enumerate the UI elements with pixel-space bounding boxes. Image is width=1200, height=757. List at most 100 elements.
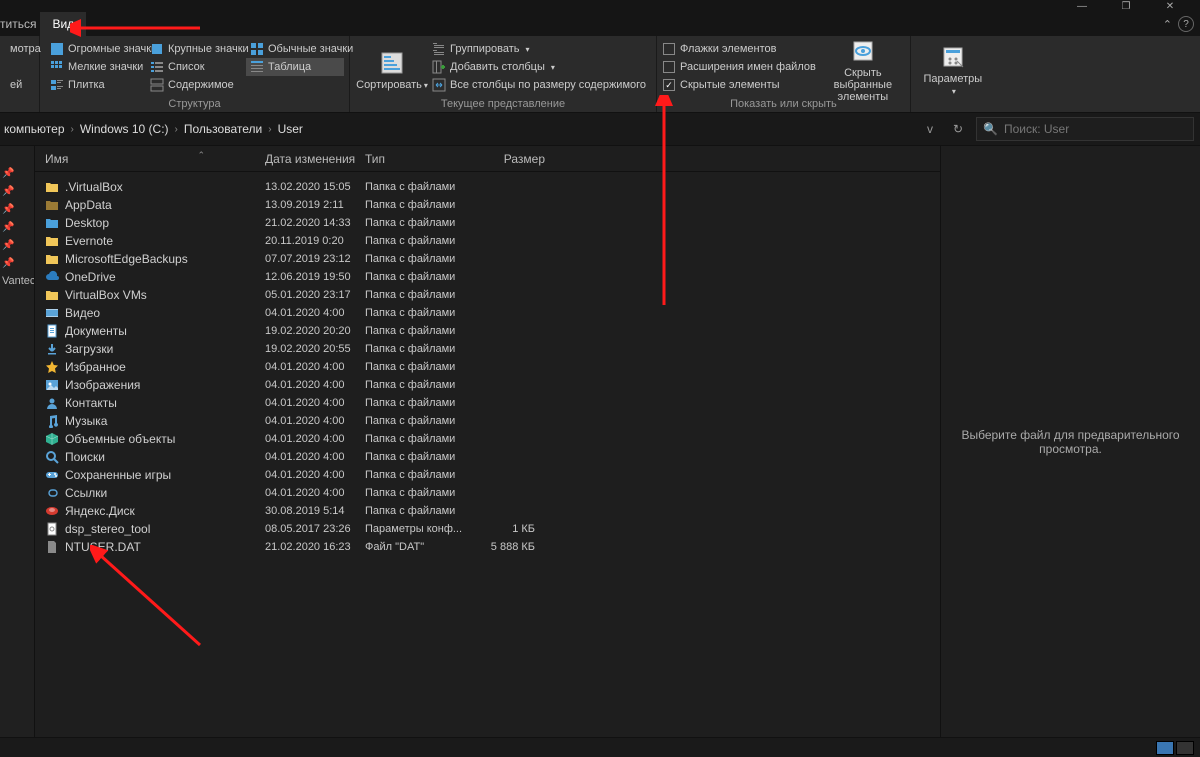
file-type: Папка с файлами [365, 307, 485, 319]
file-row[interactable]: Поиски04.01.2020 4:00Папка с файлами [35, 448, 940, 466]
close-button[interactable]: ✕ [1148, 0, 1192, 12]
file-row[interactable]: Evernote20.11.2019 0:20Папка с файлами [35, 232, 940, 250]
pane-option-partial-2[interactable]: ей [6, 76, 33, 94]
links-icon [45, 486, 59, 500]
ribbon-tabs: титься Вид ⌃ ? [0, 12, 1200, 36]
view-mode-details-icon[interactable] [1156, 741, 1174, 755]
file-row[interactable]: VirtualBox VMs05.01.2020 23:17Папка с фа… [35, 286, 940, 304]
refresh-icon[interactable]: ↻ [948, 119, 968, 139]
file-row[interactable]: Контакты04.01.2020 4:00Папка с файлами [35, 394, 940, 412]
options-button[interactable]: Параметры▾ [917, 40, 989, 98]
file-row[interactable]: Документы19.02.2020 20:20Папка с файлами [35, 322, 940, 340]
breadcrumb-seg-user[interactable]: User [274, 122, 307, 136]
folder-icon [45, 180, 59, 194]
sidebar-pin[interactable]: 📌 [0, 164, 34, 182]
3d-icon [45, 432, 59, 446]
autofit-columns-button[interactable]: Все столбцы по размеру содержимого [428, 76, 650, 94]
file-row[interactable]: AppData13.09.2019 2:11Папка с файлами [35, 196, 940, 214]
file-row[interactable]: MicrosoftEdgeBackups07.07.2019 23:12Папк… [35, 250, 940, 268]
file-row[interactable]: NTUSER.DAT21.02.2020 16:23Файл "DAT"5 88… [35, 538, 940, 556]
breadcrumb-seg-users[interactable]: Пользователи [180, 122, 266, 136]
file-row[interactable]: Загрузки19.02.2020 20:55Папка с файлами [35, 340, 940, 358]
add-columns-button[interactable]: Добавить столбцы▾ [428, 58, 650, 76]
column-type[interactable]: Тип [365, 152, 465, 166]
help-icon[interactable]: ? [1178, 16, 1194, 32]
file-row[interactable]: Desktop21.02.2020 14:33Папка с файлами [35, 214, 940, 232]
history-dropdown-icon[interactable]: v [920, 119, 940, 139]
group-button[interactable]: Группировать▾ [428, 40, 650, 58]
layout-list[interactable]: Список [146, 58, 244, 76]
pin-icon: 📌 [2, 168, 14, 179]
layout-small-icons[interactable]: Мелкие значки [46, 58, 144, 76]
folder-icon [45, 198, 59, 212]
file-row[interactable]: Видео04.01.2020 4:00Папка с файлами [35, 304, 940, 322]
star-icon [45, 360, 59, 374]
file-date: 04.01.2020 4:00 [265, 397, 365, 409]
collapse-ribbon-icon[interactable]: ⌃ [1163, 18, 1172, 31]
column-name[interactable]: Имя ⌃ [45, 152, 265, 166]
file-type: Папка с файлами [365, 199, 485, 211]
file-row[interactable]: Объемные объекты04.01.2020 4:00Папка с ф… [35, 430, 940, 448]
file-date: 13.09.2019 2:11 [265, 199, 365, 211]
tab-share[interactable]: титься [0, 12, 40, 36]
breadcrumb[interactable]: компьютер › Windows 10 (C:) › Пользовате… [0, 117, 912, 141]
checkbox-icon [663, 43, 675, 55]
tab-view[interactable]: Вид [40, 12, 86, 36]
sidebar-pin[interactable]: 📌 [0, 254, 34, 272]
file-type: Папка с файлами [365, 415, 485, 427]
sidebar-pin[interactable]: 📌 [0, 200, 34, 218]
layout-extra-large-icons[interactable]: Огромные значки [46, 40, 144, 58]
file-type: Папка с файлами [365, 379, 485, 391]
group-icon [432, 42, 446, 56]
layout-content[interactable]: Содержимое [146, 76, 244, 94]
file-row[interactable]: Ссылки04.01.2020 4:00Папка с файлами [35, 484, 940, 502]
sidebar-pin[interactable]: 📌 [0, 218, 34, 236]
layout-large-icons[interactable]: Крупные значки [146, 40, 244, 58]
pane-option-partial-1[interactable]: мотра [6, 40, 33, 58]
columns-header: Имя ⌃ Дата изменения Тип Размер [35, 146, 940, 172]
file-type: Папка с файлами [365, 361, 485, 373]
file-row[interactable]: .VirtualBox13.02.2020 15:05Папка с файла… [35, 178, 940, 196]
file-type: Файл "DAT" [365, 541, 485, 553]
breadcrumb-seg-drive[interactable]: Windows 10 (C:) [76, 122, 173, 136]
file-type: Папка с файлами [365, 181, 485, 193]
sidebar-pin[interactable]: 📌 [0, 182, 34, 200]
breadcrumb-seg-computer[interactable]: компьютер [0, 122, 69, 136]
checkbox-item-flags[interactable]: Флажки элементов [663, 40, 816, 58]
checkbox-hidden-items[interactable]: ✓ Скрытые элементы [663, 76, 816, 94]
hide-icon [849, 37, 877, 65]
file-row[interactable]: Сохраненные игры04.01.2020 4:00Папка с ф… [35, 466, 940, 484]
file-date: 04.01.2020 4:00 [265, 415, 365, 427]
layout-medium-icons[interactable]: Обычные значки [246, 40, 344, 58]
sidebar-pin[interactable]: 📌 [0, 236, 34, 254]
file-list: Имя ⌃ Дата изменения Тип Размер .Virtual… [35, 146, 940, 737]
checkbox-icon [663, 61, 675, 73]
folder-icon [45, 288, 59, 302]
file-row[interactable]: Изображения04.01.2020 4:00Папка с файлам… [35, 376, 940, 394]
checkbox-file-extensions[interactable]: Расширения имен файлов [663, 58, 816, 76]
medium-icons-icon [250, 42, 264, 56]
section-show-label: Показать или скрыть [657, 98, 910, 110]
file-row[interactable]: Музыка04.01.2020 4:00Папка с файлами [35, 412, 940, 430]
file-name: Объемные объекты [65, 432, 175, 446]
maximize-button[interactable]: ❐ [1104, 0, 1148, 12]
file-name: OneDrive [65, 270, 116, 284]
search-input[interactable]: 🔍 Поиск: User [976, 117, 1194, 141]
view-mode-thumbnails-icon[interactable] [1176, 741, 1194, 755]
file-row[interactable]: dsp_stereo_tool08.05.2017 23:26Параметры… [35, 520, 940, 538]
hide-selected-button[interactable]: Скрыть выбранныеэлементы [822, 40, 904, 98]
column-date[interactable]: Дата изменения [265, 152, 365, 166]
sidebar-item-partial[interactable]: Vantec [0, 272, 34, 290]
layout-details[interactable]: Таблица [246, 58, 344, 76]
preview-pane: Выберите файл для предварительного просм… [940, 146, 1200, 737]
file-row[interactable]: Яндекс.Диск30.08.2019 5:14Папка с файлам… [35, 502, 940, 520]
layout-tiles[interactable]: Плитка [46, 76, 144, 94]
sort-button[interactable]: Сортировать▾ [356, 40, 428, 98]
file-row[interactable]: Избранное04.01.2020 4:00Папка с файлами [35, 358, 940, 376]
column-size[interactable]: Размер [465, 152, 545, 166]
file-date: 12.06.2019 19:50 [265, 271, 365, 283]
minimize-button[interactable]: — [1060, 0, 1104, 12]
file-date: 30.08.2019 5:14 [265, 505, 365, 517]
chevron-right-icon: › [173, 124, 180, 135]
file-row[interactable]: OneDrive12.06.2019 19:50Папка с файлами [35, 268, 940, 286]
